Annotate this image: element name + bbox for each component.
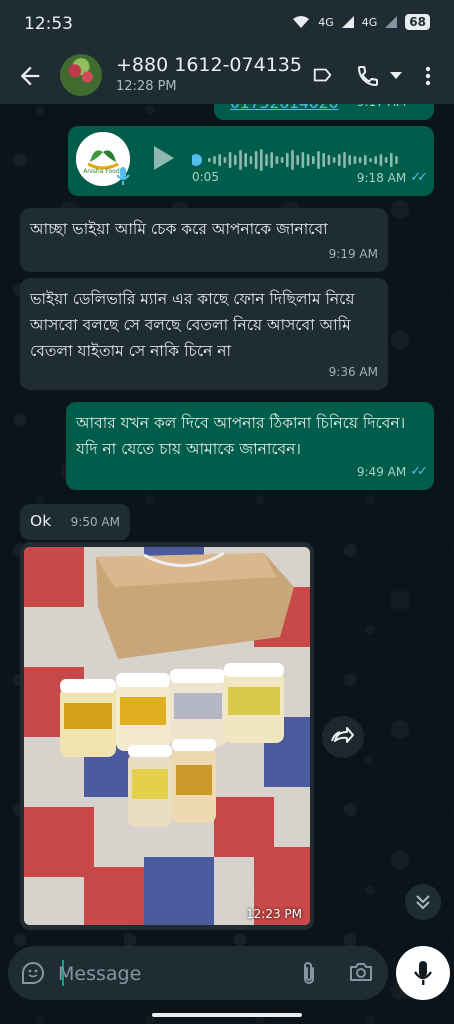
waveform-bar [244,153,247,167]
battery-indicator: 68 [405,14,430,30]
sticker-icon[interactable] [20,960,46,986]
message-meta: 9:36 AM [329,359,378,385]
message-composer [8,946,388,1000]
message-incoming[interactable]: আচ্ছা ভাইয়া আমি চেক করে আপনাকে জানাবো 9… [20,208,388,272]
chat-header-content: +880 1612-074135 12:28 PM [0,48,454,104]
waveform-bar [301,152,305,168]
photo-image[interactable]: 12:23 PM [24,547,310,925]
waveform-bar [332,157,336,163]
voice-message[interactable]: Anisha Foods 0:05 9:18 AM ✓✓ [68,126,434,196]
back-arrow-icon[interactable] [16,62,44,90]
message-meta: 9:49 AM ✓✓ [356,459,428,485]
waveform-bar [260,149,263,171]
message-time: 9:50 AM [70,515,120,529]
waveform-bar [223,157,227,163]
product-photo [24,547,310,925]
waveform-bar [317,151,320,169]
gesture-navigation-bar[interactable] [152,1013,302,1017]
message-incoming[interactable]: ভাইয়া ডেলিভারি ম্যান এর কাছে ফোন দিছিলা… [20,278,388,390]
contact-name[interactable]: +880 1612-074135 [116,54,302,76]
waveform-bar [374,156,377,164]
waveform-bar [275,156,279,164]
phone-icon[interactable] [356,64,380,88]
message-meta: 9:19 AM [329,241,378,267]
message-time: 9:19 AM [328,247,378,261]
waveform-bar [254,151,258,169]
message-incoming[interactable]: Ok 9:50 AM [20,504,130,540]
waveform-bar [249,156,253,164]
waveform-bar [286,153,289,167]
waveform-bar [239,150,242,170]
double-chevron-down-icon [416,895,430,910]
message-text: Ok [30,512,52,530]
waveform-bar [364,155,367,165]
forward-button[interactable] [322,716,364,758]
mic-badge-icon [116,167,130,185]
status-bar: 12:53 4G 4G 68 [0,0,454,48]
more-vert-icon[interactable] [422,64,434,88]
message-outgoing[interactable]: আবার যখন কল দিবে আপনার ঠিকানা চিনিয়ে দি… [66,402,434,490]
scroll-to-bottom-button[interactable] [405,884,441,920]
waveform-bar [213,156,216,164]
waveform-bar [228,152,232,168]
waveform-bar [270,152,273,168]
waveform-bar [384,157,388,163]
wifi-icon [293,16,310,28]
forward-arrow-icon [331,727,354,743]
voice-duration: 0:05 [192,170,219,184]
waveform-bar [234,155,237,165]
network-label-2: 4G [361,15,378,29]
message-text: ভাইয়া ডেলিভারি ম্যান এর কাছে ফোন দিছিলা… [30,290,355,360]
voice-record-button[interactable] [396,946,450,1000]
message-time: 9:36 AM [328,365,378,379]
waveform-bar [306,154,310,166]
waveform-bar [343,152,346,168]
message-input[interactable] [56,958,280,990]
waveform-bar [369,158,372,162]
label-icon[interactable] [312,64,334,86]
waveform-bar [348,155,351,165]
read-ticks-icon: ✓✓ [410,464,428,479]
photo-time: 12:23 PM [246,907,302,921]
message-meta: 9:50 AM [71,509,120,535]
message-time: 9:18 AM [356,171,407,185]
camera-icon[interactable] [348,960,374,984]
message-time: 9:49 AM [356,465,407,479]
message-text: আচ্ছা ভাইয়া আমি চেক করে আপনাকে জানাবো [30,220,328,238]
status-icons: 4G 4G 68 [292,14,430,30]
status-time: 12:53 [24,14,73,34]
waveform-bar [312,156,315,164]
play-icon[interactable] [150,144,176,172]
waveform-bar [338,154,341,166]
attach-icon[interactable] [300,960,318,986]
waveform-bar [208,158,211,162]
waveform-bar [395,156,398,164]
waveform-bar [280,157,284,163]
waveform-bar [296,155,299,165]
dropdown-icon[interactable] [390,72,402,80]
read-ticks-icon: ✓✓ [410,170,428,185]
mic-icon [414,961,432,985]
waveform-bar [353,156,357,164]
network-label-1: 4G [318,15,334,29]
waveform-bar [291,150,294,170]
waveform-bar [322,153,325,167]
waveform-bar [265,154,268,166]
waveform-bar [358,157,362,163]
message-text: আবার যখন কল দিবে আপনার ঠিকানা চিনিয়ে দি… [76,414,406,458]
message-meta: 9:18 AM ✓✓ [356,165,428,191]
signal-icon-2 [385,16,398,28]
signal-icon [341,16,354,28]
contact-avatar[interactable] [60,54,102,96]
contact-last-seen: 12:28 PM [116,79,177,94]
waveform-bar [327,155,331,165]
